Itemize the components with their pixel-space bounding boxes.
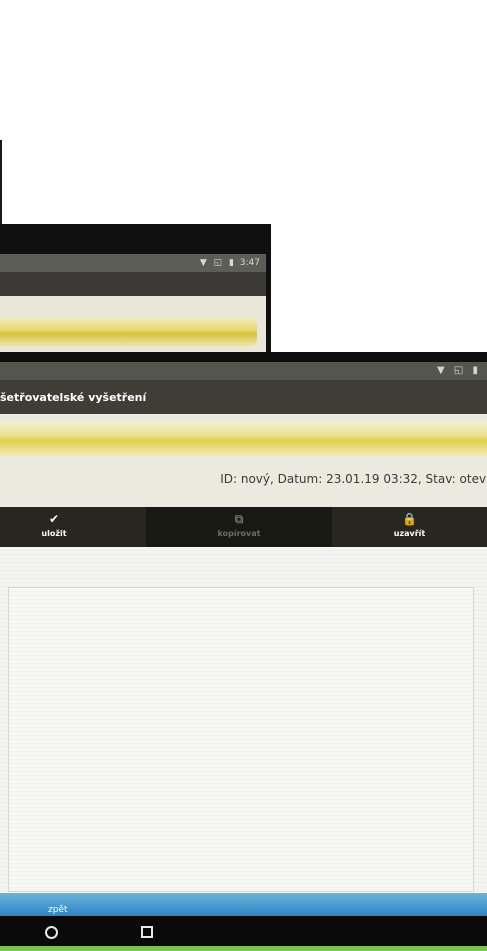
patient-yellow-band: [0, 422, 487, 456]
lock-icon: 🔒: [402, 512, 417, 526]
save-label: uložit: [41, 529, 67, 538]
copy-icon: ⧉: [234, 512, 244, 526]
back-status-bar: ▼ ◱ ▮ 3:47: [0, 254, 266, 272]
status-bar: ▼ ◱ ▮: [0, 362, 487, 380]
back-status-icons: ▼ ◱ ▮: [199, 258, 236, 268]
close-record-label: uzavřít: [393, 529, 426, 538]
monitor-edge: [0, 140, 2, 225]
action-toolbar: ✔ uložit ⧉ kopírovat 🔒 uzavřít: [0, 507, 487, 547]
page-title: šetřovatelské vyšetření: [0, 391, 147, 404]
copy-button[interactable]: ⧉ kopírovat: [146, 507, 332, 547]
check-icon: ✔: [48, 512, 60, 526]
back-label: zpět: [48, 905, 68, 915]
close-record-button[interactable]: 🔒 uzavřít: [332, 507, 487, 547]
record-info-line: ID: nový, Datum: 23.01.19 03:32, Stav: o…: [220, 472, 487, 486]
photo-stage: ▼ ◱ ▮ 3:47 ▼ ◱ ▮ šetřovatelské vyšetření…: [0, 0, 487, 951]
back-title-bar: [0, 272, 266, 296]
front-tablet-screen: ▼ ◱ ▮ šetřovatelské vyšetření ID: nový, …: [0, 352, 487, 951]
green-edge: [0, 946, 487, 951]
status-icons: ▼ ◱ ▮: [437, 365, 481, 376]
home-icon[interactable]: [45, 926, 58, 939]
title-bar: šetřovatelské vyšetření: [0, 380, 487, 414]
form-panel: [8, 587, 474, 892]
back-yellow-band: [0, 317, 257, 347]
back-button[interactable]: zpět: [0, 893, 487, 916]
save-button[interactable]: ✔ uložit: [0, 507, 108, 547]
back-status-time: 3:47: [239, 258, 260, 268]
recent-apps-icon[interactable]: [141, 926, 153, 938]
back-tablet-screen: ▼ ◱ ▮ 3:47: [0, 224, 271, 358]
copy-label: kopírovat: [217, 529, 261, 538]
